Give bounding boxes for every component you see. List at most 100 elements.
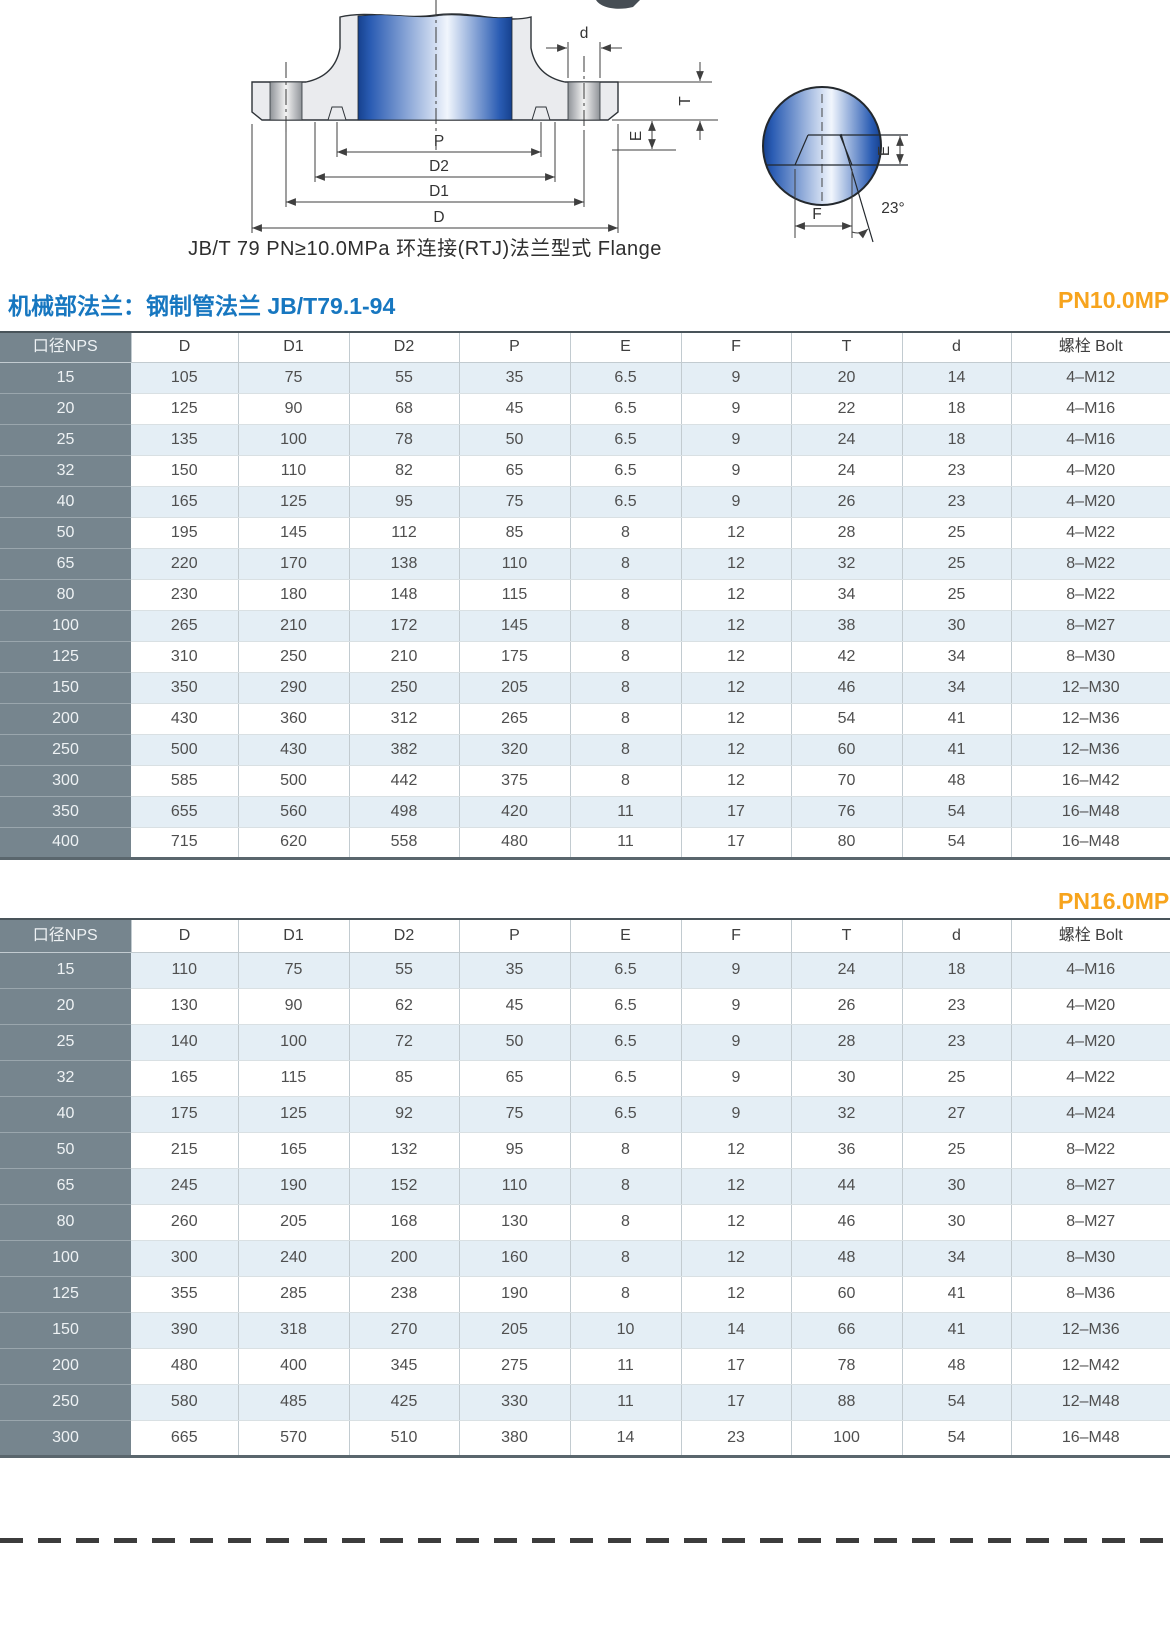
data-cell: 12 (681, 703, 791, 734)
data-cell: 190 (238, 1168, 349, 1204)
column-header-cell: 螺栓 Bolt (1011, 919, 1170, 952)
data-cell: 54 (902, 1384, 1011, 1420)
data-cell: 8–M22 (1011, 1132, 1170, 1168)
data-cell: 35 (459, 952, 570, 988)
data-cell: 215 (131, 1132, 238, 1168)
table-row: 3216511585656.5930254–M22 (0, 1060, 1170, 1096)
data-cell: 12 (681, 641, 791, 672)
data-cell: 48 (902, 1348, 1011, 1384)
data-cell: 20 (791, 362, 902, 393)
nps-cell: 200 (0, 1348, 131, 1384)
table-row: 151107555356.5924184–M16 (0, 952, 1170, 988)
data-cell: 92 (349, 1096, 459, 1132)
nps-cell: 150 (0, 1312, 131, 1348)
dim-label-t: T (677, 96, 694, 106)
data-cell: 442 (349, 765, 459, 796)
data-cell: 14 (902, 362, 1011, 393)
table-row: 6522017013811081232258–M22 (0, 548, 1170, 579)
data-cell: 22 (791, 393, 902, 424)
data-cell: 18 (902, 424, 1011, 455)
column-header-cell: d (902, 919, 1011, 952)
data-cell: 165 (131, 486, 238, 517)
data-cell: 95 (459, 1132, 570, 1168)
data-cell: 8 (570, 1240, 681, 1276)
nps-cell: 300 (0, 765, 131, 796)
data-cell: 4–M16 (1011, 424, 1170, 455)
data-cell: 9 (681, 362, 791, 393)
data-cell: 44 (791, 1168, 902, 1204)
data-cell: 23 (902, 988, 1011, 1024)
flange-bore (358, 15, 512, 120)
data-cell: 75 (459, 486, 570, 517)
data-cell: 18 (902, 393, 1011, 424)
data-cell: 12–M36 (1011, 734, 1170, 765)
data-cell: 34 (791, 579, 902, 610)
column-header-cell: F (681, 332, 791, 362)
table-row: 4016512595756.5926234–M20 (0, 486, 1170, 517)
data-cell: 30 (902, 610, 1011, 641)
nps-cell: 80 (0, 1204, 131, 1240)
data-cell: 8 (570, 1168, 681, 1204)
nps-cell: 25 (0, 424, 131, 455)
data-cell: 12 (681, 1168, 791, 1204)
data-cell: 36 (791, 1132, 902, 1168)
data-cell: 54 (902, 796, 1011, 827)
column-header-cell: 螺栓 Bolt (1011, 332, 1170, 362)
data-cell: 18 (902, 952, 1011, 988)
data-cell: 175 (131, 1096, 238, 1132)
column-header-cell: F (681, 919, 791, 952)
data-cell: 4–M12 (1011, 362, 1170, 393)
data-cell: 485 (238, 1384, 349, 1420)
data-cell: 8 (570, 1132, 681, 1168)
data-cell: 500 (131, 734, 238, 765)
data-cell: 580 (131, 1384, 238, 1420)
data-cell: 8–M36 (1011, 1276, 1170, 1312)
data-cell: 72 (349, 1024, 459, 1060)
column-header-cell: E (570, 919, 681, 952)
data-cell: 26 (791, 988, 902, 1024)
data-cell: 6.5 (570, 362, 681, 393)
data-cell: 80 (791, 827, 902, 858)
column-header-cell: D (131, 919, 238, 952)
catalog-page: d T E P D2 D1 D E F (0, 0, 1170, 1637)
data-cell: 285 (238, 1276, 349, 1312)
data-cell: 200 (349, 1240, 459, 1276)
data-cell: 8 (570, 703, 681, 734)
data-cell: 8 (570, 1276, 681, 1312)
data-cell: 17 (681, 1384, 791, 1420)
data-cell: 6.5 (570, 393, 681, 424)
data-cell: 85 (349, 1060, 459, 1096)
data-cell: 8–M30 (1011, 1240, 1170, 1276)
data-cell: 55 (349, 952, 459, 988)
nps-cell: 100 (0, 1240, 131, 1276)
data-cell: 130 (459, 1204, 570, 1240)
data-cell: 9 (681, 455, 791, 486)
table-row: 8026020516813081246308–M27 (0, 1204, 1170, 1240)
nps-cell: 20 (0, 393, 131, 424)
table-row: 201309062456.5926234–M20 (0, 988, 1170, 1024)
data-cell: 152 (349, 1168, 459, 1204)
data-cell: 55 (349, 362, 459, 393)
data-cell: 46 (791, 1204, 902, 1240)
nps-cell: 100 (0, 610, 131, 641)
data-cell: 9 (681, 1060, 791, 1096)
column-header-cell: d (902, 332, 1011, 362)
data-cell: 160 (459, 1240, 570, 1276)
data-cell: 46 (791, 672, 902, 703)
data-cell: 6.5 (570, 455, 681, 486)
data-cell: 125 (238, 486, 349, 517)
data-cell: 110 (459, 1168, 570, 1204)
data-cell: 23 (902, 455, 1011, 486)
data-cell: 498 (349, 796, 459, 827)
table-row: 151057555356.5920144–M12 (0, 362, 1170, 393)
column-header-cell: D2 (349, 332, 459, 362)
data-cell: 205 (238, 1204, 349, 1240)
data-cell: 510 (349, 1420, 459, 1456)
data-cell: 12–M36 (1011, 1312, 1170, 1348)
data-cell: 70 (791, 765, 902, 796)
nps-cell: 32 (0, 455, 131, 486)
data-cell: 8 (570, 641, 681, 672)
data-cell: 95 (349, 486, 459, 517)
table-row: 3215011082656.5924234–M20 (0, 455, 1170, 486)
table-row: 12531025021017581242348–M30 (0, 641, 1170, 672)
